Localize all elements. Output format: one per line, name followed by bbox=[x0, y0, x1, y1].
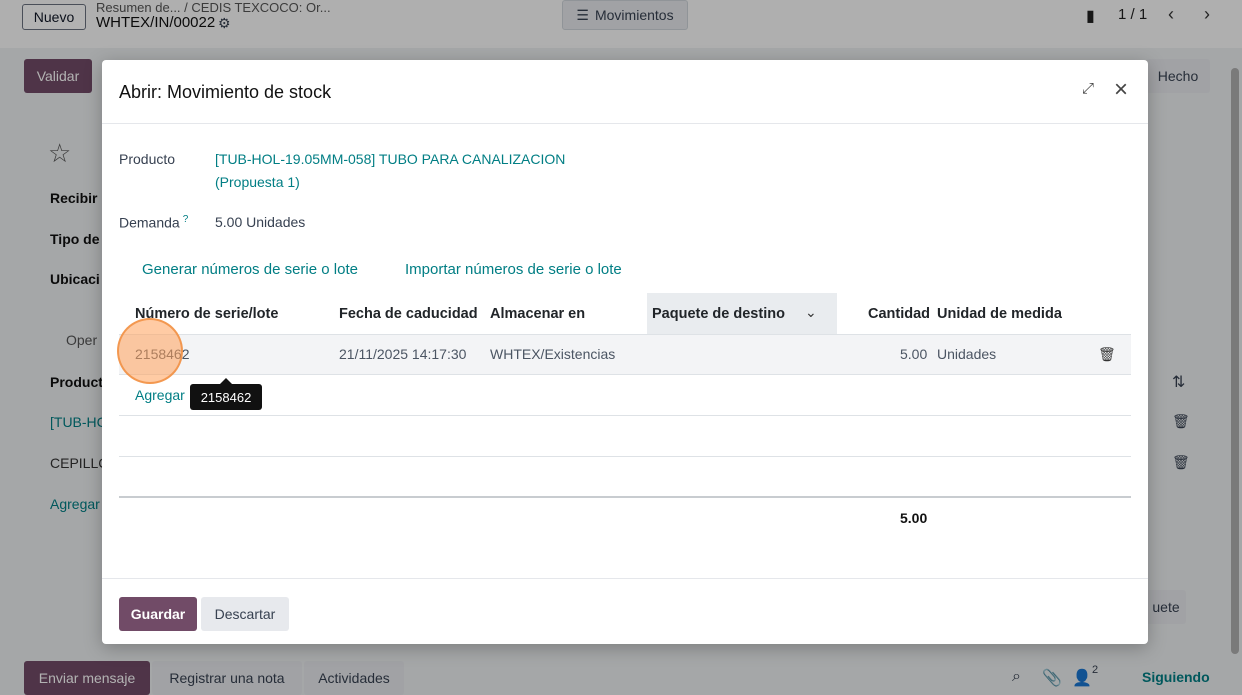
column-header-quantity[interactable]: Cantidad bbox=[868, 306, 930, 322]
column-header-expiry[interactable]: Fecha de caducidad bbox=[339, 306, 478, 322]
total-quantity: 5.00 bbox=[900, 510, 928, 526]
divider bbox=[119, 415, 1131, 416]
import-serials-button[interactable]: Importar números de serie o lote bbox=[405, 261, 622, 278]
expand-icon[interactable]: ⤢ bbox=[1082, 80, 1094, 97]
product-label: Producto bbox=[119, 151, 176, 167]
click-indicator bbox=[117, 318, 183, 384]
column-header-uom[interactable]: Unidad de medida bbox=[937, 306, 1062, 322]
cell-quantity[interactable]: 5.00 bbox=[900, 346, 927, 362]
add-line-link[interactable]: Agregar bbox=[135, 387, 185, 403]
generate-serials-button[interactable]: Generar números de serie o lote bbox=[142, 261, 358, 278]
tooltip: 2158462 bbox=[190, 378, 262, 410]
cell-store-in[interactable]: WHTEX/Existencias bbox=[490, 346, 615, 362]
divider bbox=[119, 496, 1131, 498]
help-icon[interactable]: ? bbox=[183, 214, 189, 225]
column-header-dest-package[interactable]: Paquete de destino bbox=[652, 306, 785, 322]
stock-move-dialog: Abrir: Movimiento de stock ⤢ × Producto … bbox=[102, 60, 1148, 644]
divider bbox=[119, 374, 1131, 375]
page-scrollbar[interactable] bbox=[1231, 68, 1239, 654]
divider bbox=[119, 456, 1131, 457]
dialog-header: Abrir: Movimiento de stock ⤢ × bbox=[102, 60, 1148, 124]
product-variant-note[interactable]: (Propuesta 1) bbox=[215, 174, 300, 190]
save-button[interactable]: Guardar bbox=[119, 597, 197, 631]
trash-icon[interactable]: 🗑 bbox=[1098, 346, 1116, 363]
discard-button[interactable]: Descartar bbox=[201, 597, 289, 631]
product-value-link[interactable]: [TUB-HOL-19.05MM-058] TUBO PARA CANALIZA… bbox=[215, 151, 565, 167]
cell-uom[interactable]: Unidades bbox=[937, 346, 996, 362]
column-header-store-in[interactable]: Almacenar en bbox=[490, 306, 585, 322]
demand-value: 5.00 Unidades bbox=[215, 214, 306, 230]
demand-label: Demanda? bbox=[119, 214, 189, 231]
chevron-down-icon[interactable]: ⌄ bbox=[805, 304, 817, 321]
dialog-title: Abrir: Movimiento de stock bbox=[119, 82, 332, 102]
dialog-footer: Guardar Descartar bbox=[102, 578, 1148, 645]
close-icon[interactable]: × bbox=[1114, 76, 1128, 104]
cell-expiry[interactable]: 21/11/2025 14:17:30 bbox=[339, 346, 466, 362]
